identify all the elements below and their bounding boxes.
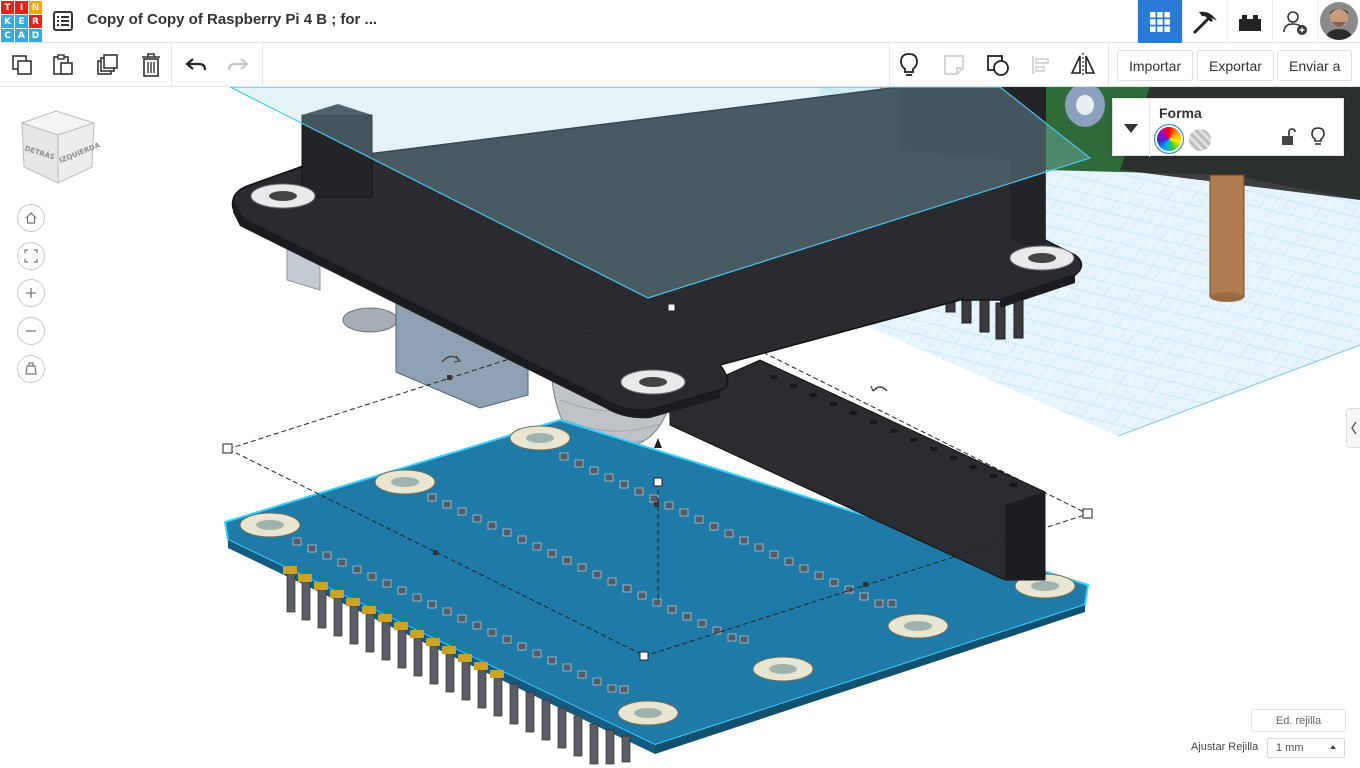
mirror-icon — [1070, 53, 1096, 77]
resize-handle — [639, 651, 649, 661]
invite-user-button[interactable] — [1272, 0, 1317, 43]
pickaxe-icon — [1192, 11, 1217, 34]
snap-grid-label: Ajustar Rejilla — [1191, 741, 1259, 753]
logo-letter: D — [29, 29, 42, 42]
mirror-button[interactable] — [1067, 49, 1099, 81]
redo-icon — [227, 58, 249, 71]
view-button[interactable] — [982, 49, 1014, 81]
logo-letter: R — [29, 15, 42, 28]
3d-design-view-button[interactable] — [1137, 0, 1182, 43]
chevron-left-icon — [1350, 421, 1357, 435]
design-list-icon[interactable] — [53, 11, 73, 31]
top-bar: TIN KER CAD Copy of Copy of Raspberry Pi 4… — [0, 0, 1360, 43]
paste-button[interactable] — [47, 49, 79, 81]
undo-button[interactable] — [180, 49, 212, 81]
paste-icon — [53, 54, 73, 75]
fit-icon — [24, 249, 38, 263]
logo-letter: E — [15, 15, 28, 28]
snap-grid-value: 1 mm — [1276, 742, 1304, 754]
resize-handle — [1082, 508, 1093, 519]
hole-swatch[interactable] — [1189, 129, 1211, 151]
edit-grid-button[interactable]: Ed. rejilla — [1251, 709, 1346, 732]
duplicate-button[interactable] — [92, 49, 124, 81]
hide-button[interactable] — [1310, 126, 1326, 153]
add-user-icon — [1283, 10, 1307, 35]
view-cube[interactable]: DETRÁS IZQUIERDA — [18, 105, 101, 190]
perspective-button[interactable] — [17, 355, 45, 383]
redo-button[interactable] — [222, 49, 254, 81]
shape-title: Forma — [1159, 105, 1202, 121]
logo-letter: N — [29, 1, 42, 14]
snap-grid-select[interactable]: 1 mm — [1267, 738, 1345, 758]
zoom-in-icon — [26, 288, 36, 298]
note-icon — [944, 55, 964, 75]
brick-icon — [1239, 14, 1261, 31]
grid-icon — [1150, 11, 1170, 32]
logo-letter: A — [15, 29, 28, 42]
copy-button[interactable] — [6, 49, 38, 81]
user-avatar[interactable] — [1317, 0, 1360, 42]
shape-inspector: Forma — [1112, 98, 1344, 157]
light-bulb-icon — [1311, 127, 1325, 145]
codeblocks-view-button[interactable] — [1182, 0, 1227, 43]
import-button[interactable]: Importar — [1117, 50, 1194, 81]
home-icon — [25, 212, 37, 224]
lift-arrow — [654, 438, 662, 448]
logo-letter: I — [15, 1, 28, 14]
perspective-icon — [25, 362, 37, 375]
view-icon — [987, 55, 1009, 76]
delete-button[interactable] — [135, 49, 167, 81]
export-button[interactable]: Exportar — [1197, 50, 1274, 81]
undo-icon — [185, 58, 207, 71]
lock-button[interactable] — [1279, 127, 1297, 152]
caret-down-icon — [1124, 123, 1138, 133]
home-view-button[interactable] — [17, 204, 45, 232]
zoom-out-button[interactable] — [17, 317, 45, 345]
logo-letter: K — [1, 15, 14, 28]
workplane-viewport[interactable]: DETRÁS IZQUIERDA — [0, 87, 1360, 768]
resize-handle — [222, 443, 233, 454]
logo-letter: T — [1, 1, 14, 14]
zoom-out-icon — [26, 330, 36, 332]
light-bulb-button[interactable] — [893, 49, 925, 81]
3d-scene — [222, 87, 1360, 765]
height-handle — [653, 477, 663, 487]
align-button[interactable] — [1025, 49, 1057, 81]
fit-view-button[interactable] — [17, 242, 45, 270]
resize-handle — [667, 303, 676, 312]
copy-icon — [12, 55, 32, 75]
collapse-inspector-button[interactable] — [1113, 99, 1150, 157]
solid-color-swatch[interactable] — [1157, 127, 1181, 151]
duplicate-icon — [97, 54, 118, 75]
delete-icon — [142, 53, 160, 77]
note-button[interactable] — [938, 49, 970, 81]
edit-toolbar: Importar Exportar Enviar a — [0, 43, 1360, 87]
unlock-icon — [1282, 128, 1296, 145]
bricks-view-button[interactable] — [1227, 0, 1272, 43]
design-title[interactable]: Copy of Copy of Raspberry Pi 4 B ; for .… — [87, 11, 377, 28]
light-bulb-icon — [900, 53, 918, 76]
send-to-button[interactable]: Enviar a — [1277, 50, 1353, 81]
tinkercad-logo[interactable]: TIN KER CAD — [0, 0, 42, 42]
logo-letter: C — [1, 29, 14, 42]
collapse-panel-handle[interactable] — [1346, 408, 1360, 448]
align-icon — [1032, 56, 1049, 74]
chevron-up-icon — [1330, 745, 1336, 749]
zoom-in-button[interactable] — [17, 279, 45, 307]
